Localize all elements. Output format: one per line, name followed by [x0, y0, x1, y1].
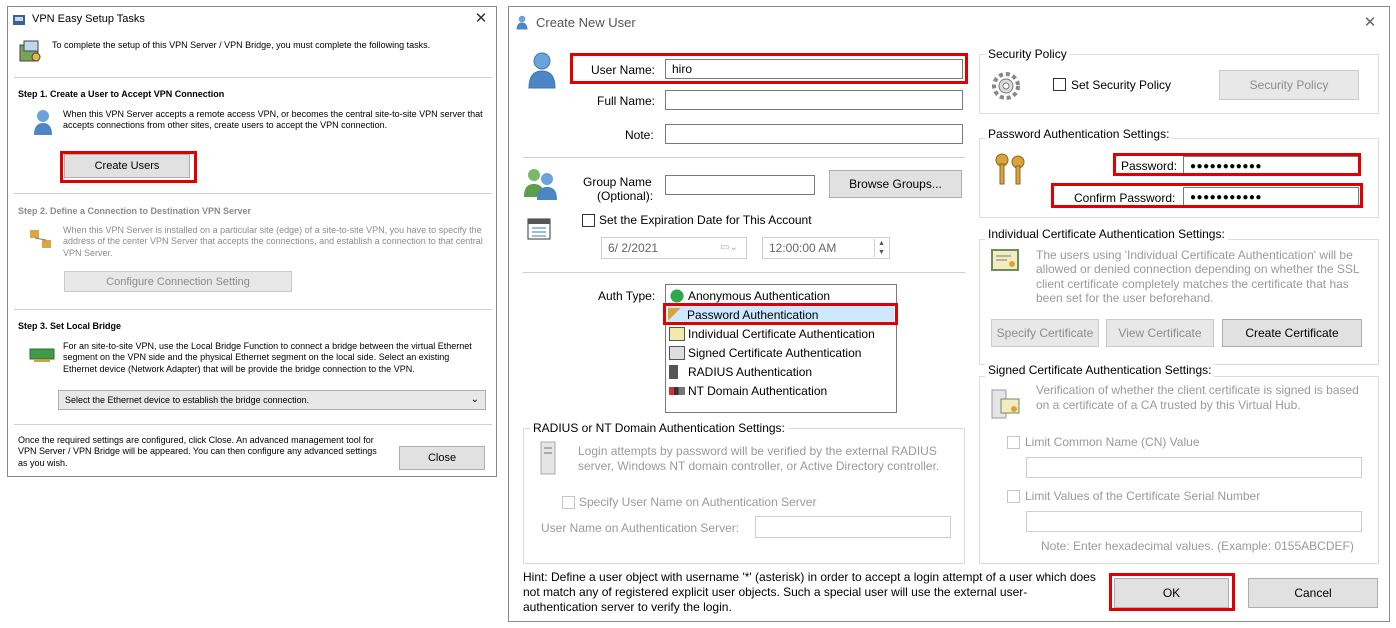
- close-icon[interactable]: ✕: [1363, 15, 1377, 30]
- easy-setup-window: VPN Easy Setup Tasks ✕ To complete the s…: [7, 6, 497, 477]
- group-optional-label: (Optional):: [597, 189, 654, 203]
- signed-cert-title: Signed Certificate Authentication Settin…: [985, 363, 1215, 377]
- step2-desc: When this VPN Server is installed on a p…: [63, 225, 483, 258]
- security-policy-title: Security Policy: [985, 47, 1070, 61]
- auth-server-username-input[interactable]: [755, 516, 951, 538]
- view-certificate-button[interactable]: View Certificate: [1106, 319, 1214, 347]
- group-name-label: Group Name: [583, 175, 652, 189]
- server-icon: [540, 441, 556, 475]
- expiration-date-picker[interactable]: 6/ 2/2021 ▭⌄: [601, 237, 747, 259]
- highlight-ok: [1109, 573, 1235, 611]
- easy-setup-titlebar: VPN Easy Setup Tasks ✕: [8, 7, 496, 33]
- set-security-policy-checkbox[interactable]: [1053, 78, 1066, 91]
- network-icon: [30, 230, 51, 248]
- user-icon: [34, 110, 52, 135]
- group-name-input[interactable]: [665, 175, 815, 195]
- ethernet-device-select-value: Select the Ethernet device to establish …: [65, 395, 310, 405]
- keys-icon: [995, 153, 1025, 185]
- create-certificate-button[interactable]: Create Certificate: [1222, 319, 1362, 347]
- calendar-icon: [527, 218, 551, 240]
- time-value: 12:00:00 AM: [769, 241, 837, 255]
- highlight-user-name: [570, 53, 968, 84]
- expiration-label: Set the Expiration Date for This Account: [599, 213, 812, 227]
- certificate-icon: [991, 249, 1019, 271]
- security-policy-button[interactable]: Security Policy: [1219, 70, 1359, 100]
- radius-settings-title: RADIUS or NT Domain Authentication Setti…: [530, 421, 788, 435]
- date-value: 6/ 2/2021: [608, 241, 659, 255]
- step1-heading: Step 1. Create a User to Accept VPN Conn…: [18, 89, 225, 99]
- setup-wizard-icon: [19, 40, 41, 62]
- limit-cn-checkbox[interactable]: [1007, 436, 1020, 449]
- signed-certificate-icon: [669, 346, 685, 360]
- hex-note: Note: Enter hexadecimal values. (Example…: [1041, 539, 1354, 553]
- create-user-window: Create New User ✕ User Name: hiro Full N…: [508, 6, 1390, 622]
- footer-text: Once the required settings are configure…: [18, 435, 377, 468]
- specify-certificate-button[interactable]: Specify Certificate: [991, 319, 1099, 347]
- chevron-down-icon[interactable]: ⌄: [471, 394, 479, 405]
- create-user-titlebar: Create New User ✕: [509, 7, 1389, 39]
- auth-signed-cert[interactable]: Signed Certificate Authentication: [669, 344, 861, 362]
- easy-setup-title: VPN Easy Setup Tasks: [32, 13, 145, 25]
- highlight-password: [1113, 153, 1361, 176]
- signed-cert-desc: Verification of whether the client certi…: [1036, 383, 1359, 412]
- check-circle-icon: [669, 289, 685, 303]
- gear-icon: [992, 72, 1020, 100]
- expiration-time-picker[interactable]: 12:00:00 AM ▲ ▼: [762, 237, 890, 259]
- network-adapter-icon: [29, 348, 55, 362]
- auth-nt-domain[interactable]: NT Domain Authentication: [669, 382, 827, 400]
- configure-connection-button[interactable]: Configure Connection Setting: [64, 271, 292, 292]
- note-input[interactable]: [665, 124, 963, 144]
- browse-groups-button[interactable]: Browse Groups...: [829, 170, 962, 198]
- radius-desc: Login attempts by password will be verif…: [578, 444, 940, 473]
- auth-server-username-label: User Name on Authentication Server:: [541, 521, 740, 535]
- limit-cn-label: Limit Common Name (CN) Value: [1025, 435, 1200, 449]
- calendar-dropdown-icon[interactable]: ▭⌄: [720, 242, 740, 254]
- full-name-label: Full Name:: [597, 94, 656, 108]
- full-name-input[interactable]: [665, 90, 963, 110]
- certificate-icon: [669, 327, 685, 341]
- limit-serial-checkbox[interactable]: [1007, 490, 1020, 503]
- close-icon[interactable]: ✕: [474, 11, 488, 26]
- highlight-create-users: [60, 151, 197, 183]
- highlight-confirm-password: [1051, 183, 1363, 208]
- step3-desc: For an site-to-site VPN, use the Local B…: [63, 341, 472, 374]
- auth-individual-cert[interactable]: Individual Certificate Authentication: [669, 325, 875, 343]
- individual-cert-desc: The users using 'Individual Certificate …: [1036, 248, 1360, 306]
- user-large-icon: [528, 52, 556, 89]
- group-icon: [524, 169, 557, 200]
- auth-radius[interactable]: RADIUS Authentication: [669, 363, 812, 381]
- cancel-button[interactable]: Cancel: [1248, 578, 1378, 608]
- create-user-title: Create New User: [536, 15, 636, 30]
- highlight-password-auth: [663, 303, 898, 325]
- hint-text: Hint: Define a user object with username…: [523, 570, 1096, 614]
- close-button[interactable]: Close: [399, 446, 485, 470]
- step2-heading: Step 2. Define a Connection to Destinati…: [18, 206, 252, 216]
- limit-serial-label: Limit Values of the Certificate Serial N…: [1025, 489, 1261, 503]
- auth-type-label: Auth Type:: [598, 289, 656, 303]
- step1-desc: When this VPN Server accepts a remote ac…: [63, 109, 483, 131]
- limit-cn-input[interactable]: [1026, 457, 1362, 478]
- individual-cert-title: Individual Certificate Authentication Se…: [985, 227, 1228, 241]
- set-security-policy-label: Set Security Policy: [1071, 78, 1172, 92]
- intro-text: To complete the setup of this VPN Server…: [52, 40, 431, 50]
- specify-username-checkbox[interactable]: [562, 496, 575, 509]
- password-settings-title: Password Authentication Settings:: [985, 127, 1173, 141]
- ethernet-device-select[interactable]: Select the Ethernet device to establish …: [58, 390, 486, 410]
- limit-serial-input[interactable]: [1026, 511, 1362, 532]
- specify-username-label: Specify User Name on Authentication Serv…: [579, 495, 817, 509]
- note-label: Note:: [625, 128, 654, 142]
- user-small-icon: [516, 15, 528, 30]
- nt-domain-icon: [669, 387, 685, 395]
- step3-heading: Step 3. Set Local Bridge: [18, 321, 122, 331]
- expiration-checkbox[interactable]: [582, 214, 595, 227]
- signed-certificate-icon: [991, 389, 1020, 419]
- app-icon: [13, 15, 25, 25]
- server-icon: [669, 365, 678, 379]
- spin-icon[interactable]: ▲ ▼: [874, 239, 888, 257]
